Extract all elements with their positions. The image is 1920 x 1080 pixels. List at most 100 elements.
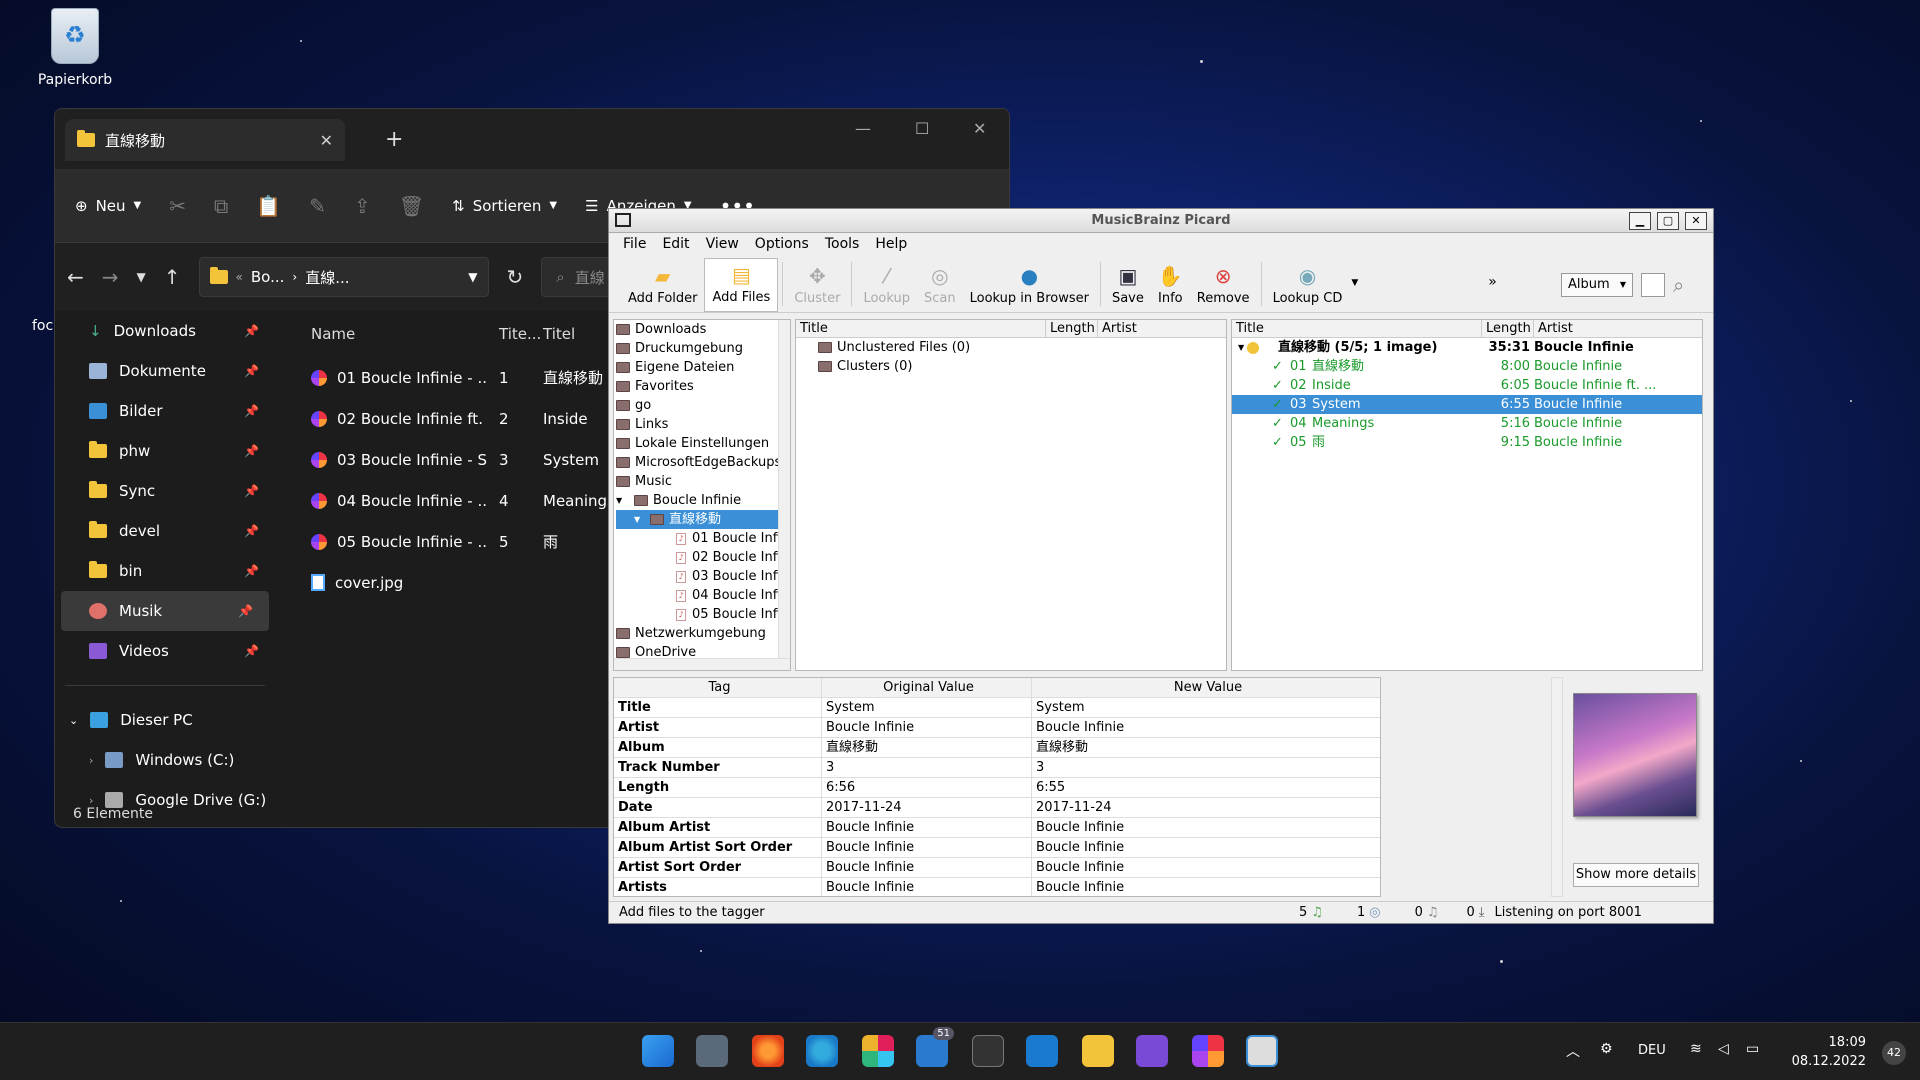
menu-options[interactable]: Options: [755, 236, 809, 252]
remove-button[interactable]: ⊗ Remove: [1190, 258, 1257, 312]
menu-help[interactable]: Help: [875, 236, 907, 252]
copy-icon[interactable]: ⧉: [214, 194, 228, 218]
column-length[interactable]: Length: [1482, 320, 1534, 337]
refresh-icon[interactable]: ↻: [507, 265, 524, 289]
metadata-row[interactable]: Length 6:56 6:55: [614, 778, 1380, 798]
tree-item[interactable]: Favorites: [616, 377, 790, 396]
metadata-scrollbar[interactable]: [1551, 677, 1563, 897]
desktop-recycle-bin[interactable]: Papierkorb: [30, 8, 120, 88]
maximize-icon[interactable]: ▢: [1657, 212, 1679, 230]
tree-item[interactable]: Downloads: [616, 320, 790, 339]
metadata-row[interactable]: Title System System: [614, 698, 1380, 718]
minimize-icon[interactable]: —: [855, 119, 871, 138]
battery-icon[interactable]: ▭: [1746, 1041, 1759, 1057]
chevron-up-icon[interactable]: ︿: [1566, 1041, 1580, 1061]
tree-file-item[interactable]: ♪ 04 Boucle Infinie -: [616, 586, 790, 605]
sort-button[interactable]: ⇅ Sortieren ▼: [452, 197, 557, 215]
sidebar-item-this-pc[interactable]: ⌄ Dieser PC: [55, 700, 275, 740]
lookup-in-browser-button[interactable]: ● Lookup in Browser: [963, 258, 1096, 312]
column-name[interactable]: Name: [297, 325, 487, 343]
new-button[interactable]: ⊕ Neu ▼: [75, 197, 141, 215]
sidebar-item-videos[interactable]: Videos 📌: [55, 631, 275, 671]
clusters-item[interactable]: Clusters (0): [796, 357, 1226, 376]
tree-file-item[interactable]: ♪ 01 Boucle Infinie -: [616, 529, 790, 548]
column-original-value[interactable]: Original Value: [822, 678, 1032, 697]
vscode-icon[interactable]: [1026, 1035, 1058, 1067]
volume-icon[interactable]: ◁: [1718, 1041, 1729, 1057]
cluster-button[interactable]: ✥ Cluster: [787, 258, 847, 312]
metadata-row[interactable]: Track Number 3 3: [614, 758, 1380, 778]
pin-icon[interactable]: 📌: [244, 404, 259, 418]
tree-item[interactable]: ▼ Boucle Infinie: [616, 491, 790, 510]
column-artist[interactable]: Artist: [1534, 320, 1702, 337]
pin-icon[interactable]: 📌: [244, 324, 259, 338]
tree-file-item[interactable]: ♪ 03 Boucle Infinie -: [616, 567, 790, 586]
add-files-button[interactable]: ▤ Add Files: [704, 258, 779, 312]
cover-art-image[interactable]: [1573, 693, 1697, 817]
lookup-cd-button[interactable]: ◉ Lookup CD: [1266, 258, 1350, 312]
address-bar[interactable]: « Bo... › 直線... ▼: [198, 257, 489, 297]
firefox-icon[interactable]: [752, 1035, 784, 1067]
close-icon[interactable]: ✕: [973, 119, 986, 138]
pin-icon[interactable]: 📌: [238, 604, 253, 618]
input-language[interactable]: DEU: [1638, 1043, 1666, 1058]
task-view-icon[interactable]: [696, 1035, 728, 1067]
breadcrumb-item[interactable]: 直線...: [305, 267, 349, 288]
sidebar-item-drive-c[interactable]: › Windows (C:): [55, 740, 275, 780]
rename-icon[interactable]: ✎: [309, 194, 326, 218]
column-new-value[interactable]: New Value: [1032, 678, 1380, 697]
pin-icon[interactable]: 📌: [244, 364, 259, 378]
notification-badge[interactable]: 42: [1882, 1041, 1906, 1065]
unclustered-files-item[interactable]: Unclustered Files (0): [796, 338, 1226, 357]
scan-button[interactable]: ◎ Scan: [917, 258, 963, 312]
close-icon[interactable]: ✕: [1685, 212, 1707, 230]
delete-icon[interactable]: 🗑: [399, 194, 424, 218]
tree-item[interactable]: Eigene Dateien: [616, 358, 790, 377]
add-folder-button[interactable]: ▰ Add Folder: [621, 258, 704, 312]
cut-icon[interactable]: ✂: [169, 194, 186, 218]
tree-item[interactable]: Links: [616, 415, 790, 434]
tree-item[interactable]: go: [616, 396, 790, 415]
lookup-button[interactable]: ⁄ Lookup: [856, 258, 917, 312]
lookup-cd-dropdown-icon[interactable]: ▼: [1351, 278, 1358, 288]
track-row[interactable]: ✓ 01 直線移動 8:00 Boucle Infinie: [1232, 357, 1702, 376]
mail-icon[interactable]: 51: [916, 1027, 954, 1067]
address-dropdown-icon[interactable]: ▼: [468, 270, 477, 284]
album-row[interactable]: ▼ 直線移動 (5/5; 1 image) 35:31 Boucle Infin…: [1232, 338, 1702, 357]
track-row[interactable]: ✓ 05 雨 9:15 Boucle Infinie: [1232, 433, 1702, 452]
horizontal-scrollbar[interactable]: [614, 658, 790, 670]
metadata-row[interactable]: Album Artist Boucle Infinie Boucle Infinie: [614, 818, 1380, 838]
slack-icon[interactable]: [862, 1035, 894, 1067]
tree-item[interactable]: Lokale Einstellungen: [616, 434, 790, 453]
pin-icon[interactable]: 📌: [244, 484, 259, 498]
tree-item[interactable]: MicrosoftEdgeBackups: [616, 453, 790, 472]
paste-icon[interactable]: 📋: [256, 194, 281, 218]
column-length[interactable]: Length: [1046, 320, 1098, 337]
pin-icon[interactable]: 📌: [244, 564, 259, 578]
breadcrumb-item[interactable]: Bo...: [251, 268, 285, 286]
menu-view[interactable]: View: [706, 236, 739, 252]
terminal-icon[interactable]: [972, 1035, 1004, 1067]
column-tag[interactable]: Tag: [614, 678, 822, 697]
sidebar-item-downloads[interactable]: ↓ Downloads 📌: [55, 311, 275, 351]
tree-file-item[interactable]: ♪ 02 Boucle Infinie f: [616, 548, 790, 567]
info-button[interactable]: ✋ Info: [1151, 258, 1190, 312]
metadata-row[interactable]: Album 直線移動 直線移動: [614, 738, 1380, 758]
expand-arrow-icon[interactable]: ▼: [1232, 338, 1278, 357]
snipping-tool-icon[interactable]: [1246, 1035, 1278, 1067]
maximize-icon[interactable]: ☐: [915, 119, 929, 138]
column-title[interactable]: Title: [796, 320, 1046, 337]
desktop-folder-label[interactable]: foc: [32, 318, 53, 334]
sidebar-item-bilder[interactable]: Bilder 📌: [55, 391, 275, 431]
minimize-icon[interactable]: ▁: [1629, 212, 1651, 230]
menu-file[interactable]: File: [623, 236, 646, 252]
sidebar-item-bin[interactable]: bin 📌: [55, 551, 275, 591]
sidebar-item-devel[interactable]: devel 📌: [55, 511, 275, 551]
sidebar-item-phw[interactable]: phw 📌: [55, 431, 275, 471]
pin-icon[interactable]: 📌: [244, 524, 259, 538]
up-arrow-icon[interactable]: ↑: [164, 265, 181, 289]
explorer-tab[interactable]: 直線移動 ✕: [65, 119, 345, 161]
wifi-icon[interactable]: ≋: [1690, 1041, 1702, 1057]
metadata-row[interactable]: Artist Sort Order Boucle Infinie Boucle In…: [614, 858, 1380, 878]
close-tab-icon[interactable]: ✕: [320, 131, 333, 150]
